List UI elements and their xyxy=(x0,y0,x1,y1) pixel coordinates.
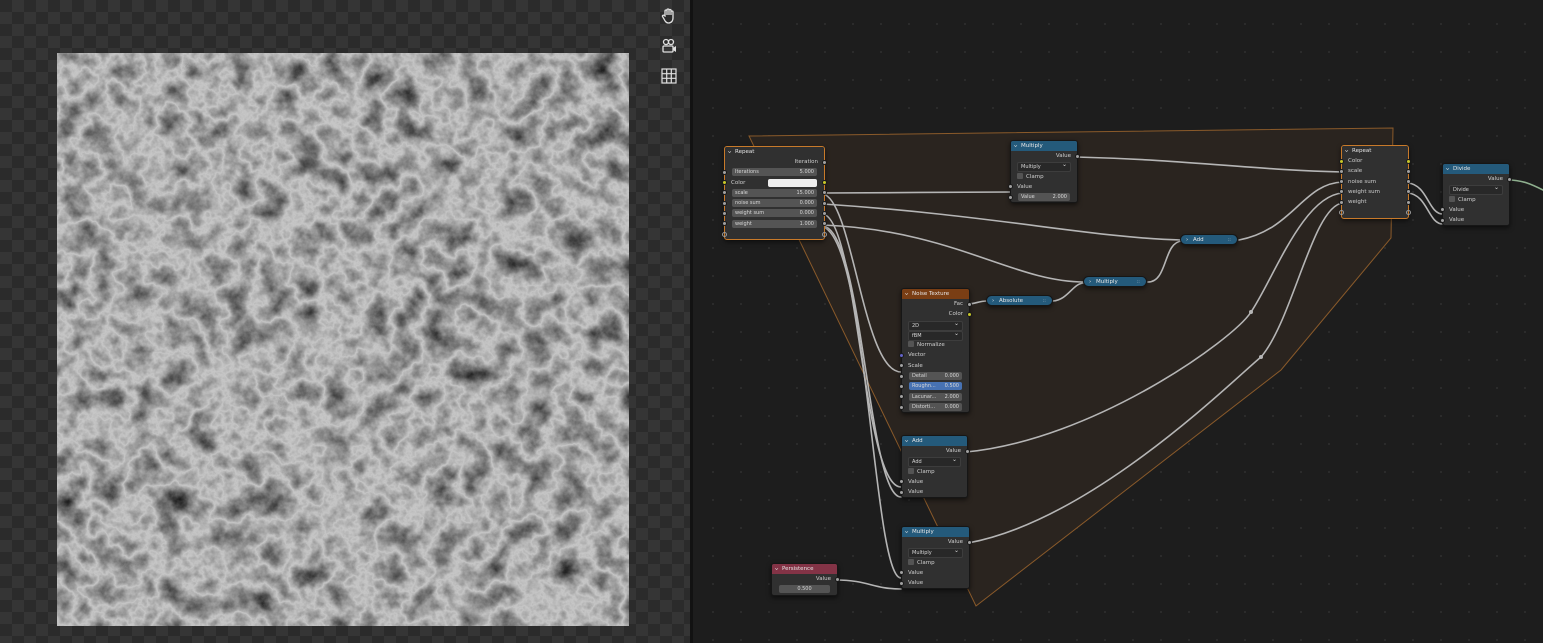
noise-sum-socket[interactable]: noise sum xyxy=(1339,177,1411,187)
multiply-bottom-node[interactable]: Multiply Value Multiply Clamp Value Valu… xyxy=(899,526,972,590)
link-persistence-multiply xyxy=(835,579,902,590)
dimensions-dropdown[interactable]: 2D xyxy=(902,320,969,331)
value-output: Value xyxy=(902,537,972,547)
scale-socket[interactable]: scale xyxy=(1339,166,1411,176)
image-viewport[interactable] xyxy=(0,0,690,643)
add-math-node[interactable]: Add Value Add Clamp Value Value xyxy=(899,435,970,499)
value-output: Value xyxy=(902,446,970,456)
absolute-collapsed-node[interactable]: Absolute:: xyxy=(986,295,1053,307)
vector-input[interactable]: Vector xyxy=(899,350,969,360)
roughness-field[interactable]: Roughn... 0.500 xyxy=(899,381,969,391)
iterations-field[interactable]: Iterations 5.000 xyxy=(722,167,824,177)
grid-icon[interactable] xyxy=(657,64,681,88)
weight-socket[interactable]: weight xyxy=(1339,197,1411,207)
reroute-2 xyxy=(1259,355,1263,359)
value-output: Value xyxy=(1011,151,1080,161)
operation-dropdown[interactable]: Multiply xyxy=(902,547,969,559)
multiply-collapsed-node[interactable]: Multiply:: xyxy=(1083,276,1147,288)
empty-socket-row[interactable] xyxy=(1339,207,1411,217)
value-output: Value xyxy=(772,574,840,584)
node-header[interactable]: Divide xyxy=(1443,164,1509,174)
weight-sum-socket[interactable]: weight sum xyxy=(1339,187,1411,197)
value-input[interactable]: Value xyxy=(1008,182,1077,192)
repeat-output-node[interactable]: Repeat Color scale noise sum weight sum … xyxy=(1339,145,1411,219)
distortion-field[interactable]: Distorti... 0.000 xyxy=(899,402,969,412)
lacunarity-field[interactable]: Lacunar... 2.000 xyxy=(899,392,969,402)
multiply-top-node[interactable]: Multiply Value Multiply Clamp Value Valu… xyxy=(1008,140,1080,204)
fac-output: Fac xyxy=(902,299,972,309)
node-links xyxy=(748,127,1543,607)
persistence-node[interactable]: Persistence Value 0.500 xyxy=(771,563,840,596)
noise-texture-preview xyxy=(57,53,629,626)
color-swatch[interactable] xyxy=(768,178,817,187)
node-header[interactable]: Multiply xyxy=(1011,141,1077,151)
scale-input[interactable]: Scale xyxy=(899,361,969,371)
node-header[interactable]: Noise Texture xyxy=(902,289,969,299)
empty-socket-row[interactable] xyxy=(722,229,827,239)
normalize-checkbox[interactable]: Normalize xyxy=(902,340,969,350)
reroute-1 xyxy=(1249,310,1253,314)
color-socket[interactable]: Color xyxy=(1339,156,1411,166)
node-header[interactable]: Repeat xyxy=(725,147,824,157)
link-divide-out xyxy=(1507,179,1543,191)
value-input-2[interactable]: Value xyxy=(899,578,969,588)
type-dropdown[interactable]: fBM xyxy=(902,330,969,341)
divide-node[interactable]: Divide Value Divide Clamp Value Value xyxy=(1440,163,1512,227)
value-input-1[interactable]: Value xyxy=(899,477,967,487)
operation-dropdown[interactable]: Divide xyxy=(1443,184,1509,196)
add-collapsed-node[interactable]: Add:: xyxy=(1180,234,1238,246)
clamp-checkbox[interactable]: Clamp xyxy=(1443,195,1509,205)
iteration-output: Iteration xyxy=(725,157,827,167)
clamp-checkbox[interactable]: Clamp xyxy=(902,558,969,568)
node-header[interactable]: Repeat xyxy=(1342,146,1408,156)
value-input-1[interactable]: Value xyxy=(1440,205,1509,215)
color-socket[interactable]: Color xyxy=(722,178,827,188)
scale-field[interactable]: scale 15.000 xyxy=(722,188,827,198)
clamp-checkbox[interactable]: Clamp xyxy=(1011,172,1077,182)
link-scale-multiply xyxy=(822,191,1013,194)
node-header[interactable]: Multiply xyxy=(902,527,969,537)
node-header[interactable]: Add xyxy=(902,436,967,446)
value-output: Value xyxy=(1443,174,1512,184)
link-repeat-divide1 xyxy=(1407,182,1444,215)
persistence-value-field[interactable]: 0.500 xyxy=(772,584,837,594)
color-output: Color xyxy=(902,309,972,319)
value-input-2[interactable]: Value xyxy=(899,487,967,497)
weight-field[interactable]: weight 1.000 xyxy=(722,219,827,229)
node-header[interactable]: Persistence xyxy=(772,564,837,574)
clamp-checkbox[interactable]: Clamp xyxy=(902,467,967,477)
detail-field[interactable]: Detail 0.000 xyxy=(899,371,969,381)
noise-sum-field[interactable]: noise sum 0.000 xyxy=(722,198,827,208)
value-input-1[interactable]: Value xyxy=(899,568,969,578)
hand-pan-icon[interactable] xyxy=(657,4,681,28)
camera-view-icon[interactable] xyxy=(657,34,681,58)
operation-dropdown[interactable]: Add xyxy=(902,456,967,468)
operation-dropdown[interactable]: Multiply xyxy=(1011,161,1077,173)
node-editor[interactable]: Repeat Iteration Iterations5.000 Color s… xyxy=(693,0,1543,643)
value-input-2[interactable]: Value xyxy=(1440,215,1509,225)
noise-texture-node[interactable]: Noise Texture Fac Color 2D fBM Normalize… xyxy=(899,288,972,414)
repeat-input-node[interactable]: Repeat Iteration Iterations5.000 Color s… xyxy=(722,146,827,241)
weight-sum-field[interactable]: weight sum 0.000 xyxy=(722,208,827,218)
value-field[interactable]: Value 2.000 xyxy=(1008,192,1077,202)
